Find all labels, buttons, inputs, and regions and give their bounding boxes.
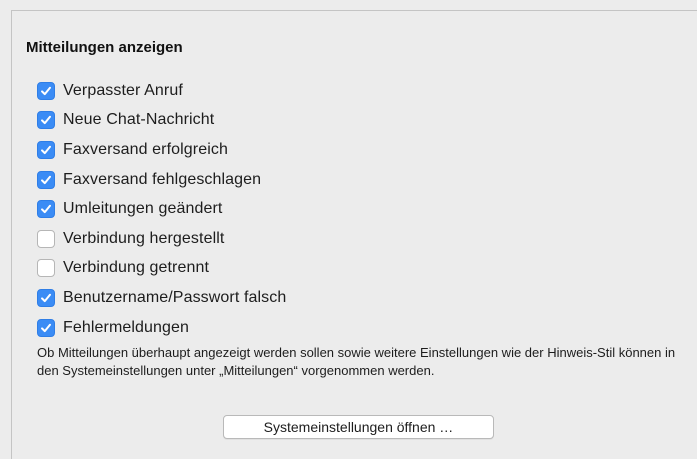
checkbox[interactable]: [37, 111, 55, 130]
checkbox[interactable]: [37, 259, 55, 278]
option-label: Faxversand erfolgreich: [63, 140, 228, 158]
section-title: Mitteilungen anzeigen: [26, 39, 183, 56]
checkmark-icon: [41, 145, 51, 155]
option-verbindung-hergestellt[interactable]: Verbindung hergestellt: [37, 224, 286, 254]
checkmark-icon: [41, 323, 51, 332]
checkbox[interactable]: [37, 81, 55, 100]
checkbox[interactable]: [37, 140, 55, 159]
option-faxversand-fehlgeschlagen[interactable]: Faxversand fehlgeschlagen: [37, 165, 286, 195]
info-text: Ob Mitteilungen überhaupt angezeigt werd…: [37, 345, 676, 378]
option-verbindung-getrennt[interactable]: Verbindung getrennt: [37, 254, 286, 284]
checkmark-icon: [41, 86, 51, 95]
checkmark-icon: [41, 204, 51, 214]
checkbox[interactable]: [37, 288, 55, 307]
notification-options-list: Verpasster Anruf Neue Chat-Nachricht Fax…: [37, 76, 286, 342]
checkbox[interactable]: [37, 318, 55, 337]
option-label: Umleitungen geändert: [63, 200, 223, 218]
checkmark-icon: [41, 175, 51, 184]
checkbox[interactable]: [37, 170, 55, 189]
option-label: Faxversand fehlgeschlagen: [63, 170, 262, 188]
open-system-settings-button[interactable]: Systemeinstellungen öffnen …: [223, 415, 494, 439]
option-fehlermeldungen[interactable]: Fehlermeldungen: [37, 313, 286, 343]
option-label: Fehlermeldungen: [63, 318, 190, 336]
checkmark-icon: [41, 116, 51, 125]
option-label: Verpasster Anruf: [63, 81, 183, 99]
option-verpasster-anruf[interactable]: Verpasster Anruf: [37, 76, 286, 106]
option-umleitungen-geaendert[interactable]: Umleitungen geändert: [37, 194, 286, 224]
option-benutzername-passwort-falsch[interactable]: Benutzername/Passwort falsch: [37, 283, 286, 313]
option-label: Benutzername/Passwort falsch: [63, 288, 287, 306]
checkmark-icon: [41, 293, 51, 303]
option-label: Verbindung getrennt: [63, 259, 210, 277]
option-label: Verbindung hergestellt: [63, 229, 225, 247]
checkbox[interactable]: [37, 200, 55, 219]
checkbox[interactable]: [37, 229, 55, 248]
option-faxversand-erfolgreich[interactable]: Faxversand erfolgreich: [37, 135, 286, 165]
option-neue-chat-nachricht[interactable]: Neue Chat-Nachricht: [37, 106, 286, 136]
option-label: Neue Chat-Nachricht: [63, 111, 215, 129]
